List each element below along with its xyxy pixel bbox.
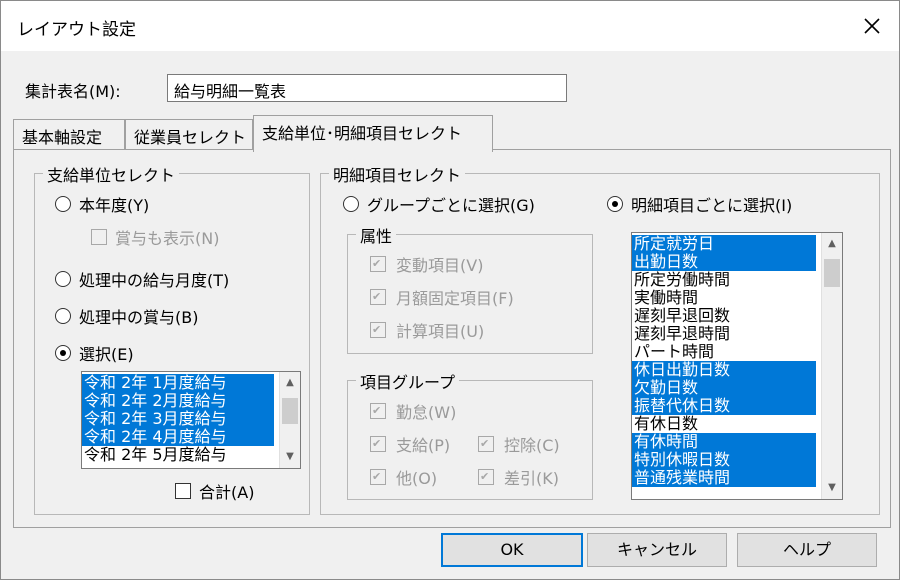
detail-item-group: 明細項目セレクト グループごとに選択(G) 明細項目ごとに選択(I) 属性 ✔ … xyxy=(320,162,880,515)
scroll-up-icon[interactable]: ▲ xyxy=(280,374,300,392)
ok-button[interactable]: OK xyxy=(441,533,583,567)
current-bonus-label: 処理中の賞与(B) xyxy=(79,308,199,327)
attributes-group-title: 属性 xyxy=(356,223,397,247)
payment-label: 支給(P) xyxy=(396,436,451,455)
item-group-title: 項目グループ xyxy=(356,369,460,393)
list-item[interactable]: 休日出勤日数 xyxy=(632,361,816,379)
show-bonus-label: 賞与も表示(N) xyxy=(115,229,220,248)
list-item[interactable]: 実働時間 xyxy=(632,289,816,307)
net-label: 差引(K) xyxy=(504,469,559,488)
scroll-up-icon[interactable]: ▲ xyxy=(822,235,842,253)
window-title: レイアウト設定 xyxy=(17,20,136,40)
fixed-monthly-label: 月額固定項目(F) xyxy=(396,289,514,308)
scroll-down-icon[interactable]: ▼ xyxy=(822,479,842,497)
cancel-button[interactable]: キャンセル xyxy=(587,533,727,567)
title-bar: レイアウト設定 xyxy=(1,1,899,51)
calculated-item-label: 計算項目(U) xyxy=(396,322,485,341)
close-icon xyxy=(864,18,880,34)
deduction-checkbox[interactable]: ✔ xyxy=(478,436,494,452)
attributes-group: 属性 ✔ 変動項目(V) ✔ 月額固定項目(F) ✔ 計算項目(U) xyxy=(347,223,593,354)
select-label: 選択(E) xyxy=(79,345,134,364)
report-name-value: 給与明細一覧表 xyxy=(174,82,287,101)
help-button[interactable]: ヘルプ xyxy=(737,533,877,567)
list-item[interactable]: 所定就労日 xyxy=(632,235,816,253)
by-item-label: 明細項目ごとに選択(I) xyxy=(631,196,793,215)
pay-unit-group: 支給単位セレクト 本年度(Y) 賞与も表示(N) 処理中の給与月度(T) 処理中… xyxy=(34,162,310,515)
detail-item-group-title: 明細項目セレクト xyxy=(329,162,466,186)
tab-basic-axis[interactable]: 基本軸設定 xyxy=(13,119,125,150)
tab-label: 基本軸設定 xyxy=(22,128,103,147)
pay-unit-group-title: 支給単位セレクト xyxy=(43,162,180,186)
list-item[interactable]: 有休日数 xyxy=(632,415,816,433)
tab-label: 支給単位･明細項目セレクト xyxy=(262,124,463,143)
list-item[interactable]: 特別休暇日数 xyxy=(632,451,816,469)
scroll-down-icon[interactable]: ▼ xyxy=(280,448,300,466)
list-item[interactable]: 振替代休日数 xyxy=(632,397,816,415)
by-group-radio[interactable] xyxy=(343,196,359,212)
net-checkbox[interactable]: ✔ xyxy=(478,469,494,485)
current-year-label: 本年度(Y) xyxy=(79,196,150,215)
layout-settings-dialog: レイアウト設定 集計表名(M): 給与明細一覧表 基本軸設定 従業員セレクト 支… xyxy=(0,0,900,580)
pay-period-list[interactable]: 令和 2年 1月度給与 令和 2年 2月度給与 令和 2年 3月度給与 令和 2… xyxy=(81,371,301,469)
list-item[interactable]: 有休時間 xyxy=(632,433,816,451)
report-name-input[interactable]: 給与明細一覧表 xyxy=(167,74,567,102)
tab-panel: 支給単位セレクト 本年度(Y) 賞与も表示(N) 処理中の給与月度(T) 処理中… xyxy=(13,149,891,528)
list-item[interactable]: 出勤日数 xyxy=(632,253,816,271)
list-item[interactable]: 令和 2年 4月度給与 xyxy=(82,428,274,446)
current-bonus-radio[interactable] xyxy=(55,308,71,324)
scroll-thumb[interactable] xyxy=(824,259,840,287)
variable-item-label: 変動項目(V) xyxy=(396,256,484,275)
close-button[interactable] xyxy=(855,9,889,43)
other-checkbox[interactable]: ✔ xyxy=(370,469,386,485)
pay-period-scrollbar[interactable]: ▲ ▼ xyxy=(279,372,300,468)
list-item[interactable]: 遅刻早退回数 xyxy=(632,307,816,325)
list-item[interactable]: 所定労働時間 xyxy=(632,271,816,289)
attendance-checkbox[interactable]: ✔ xyxy=(370,403,386,419)
tab-employee-select[interactable]: 従業員セレクト xyxy=(125,119,253,150)
fixed-monthly-checkbox[interactable]: ✔ xyxy=(370,289,386,305)
total-label: 合計(A) xyxy=(199,483,255,502)
select-radio[interactable] xyxy=(55,345,71,361)
show-bonus-checkbox[interactable] xyxy=(91,229,107,245)
by-group-label: グループごとに選択(G) xyxy=(367,196,535,215)
list-item[interactable]: 令和 2年 3月度給与 xyxy=(82,410,274,428)
by-item-radio[interactable] xyxy=(607,196,623,212)
variable-item-checkbox[interactable]: ✔ xyxy=(370,256,386,272)
report-name-label: 集計表名(M): xyxy=(25,82,121,101)
tab-label: 従業員セレクト xyxy=(134,128,247,147)
attendance-label: 勤怠(W) xyxy=(396,403,457,422)
payment-checkbox[interactable]: ✔ xyxy=(370,436,386,452)
deduction-label: 控除(C) xyxy=(504,436,560,455)
item-group-group: 項目グループ ✔ 勤怠(W) ✔ 支給(P) ✔ 控除(C) ✔ 他(O) ✔ … xyxy=(347,369,593,500)
current-month-radio[interactable] xyxy=(55,271,71,287)
other-label: 他(O) xyxy=(396,469,438,488)
tab-pay-unit-detail-select[interactable]: 支給単位･明細項目セレクト xyxy=(253,115,493,152)
detail-items-list[interactable]: 所定就労日 出勤日数 所定労働時間 実働時間 遅刻早退回数 遅刻早退時間 パート… xyxy=(631,232,843,500)
total-checkbox[interactable] xyxy=(175,483,191,499)
list-item[interactable]: 遅刻早退時間 xyxy=(632,325,816,343)
scroll-thumb[interactable] xyxy=(282,398,298,424)
list-item[interactable]: パート時間 xyxy=(632,343,816,361)
calculated-item-checkbox[interactable]: ✔ xyxy=(370,322,386,338)
list-item[interactable]: 普通残業時間 xyxy=(632,469,816,487)
list-item[interactable]: 令和 2年 5月度給与 xyxy=(82,446,274,464)
list-item[interactable]: 令和 2年 2月度給与 xyxy=(82,392,274,410)
detail-items-scrollbar[interactable]: ▲ ▼ xyxy=(821,233,842,499)
list-item[interactable]: 欠勤日数 xyxy=(632,379,816,397)
current-year-radio[interactable] xyxy=(55,196,71,212)
current-month-label: 処理中の給与月度(T) xyxy=(79,271,230,290)
list-item[interactable]: 令和 2年 1月度給与 xyxy=(82,374,274,392)
